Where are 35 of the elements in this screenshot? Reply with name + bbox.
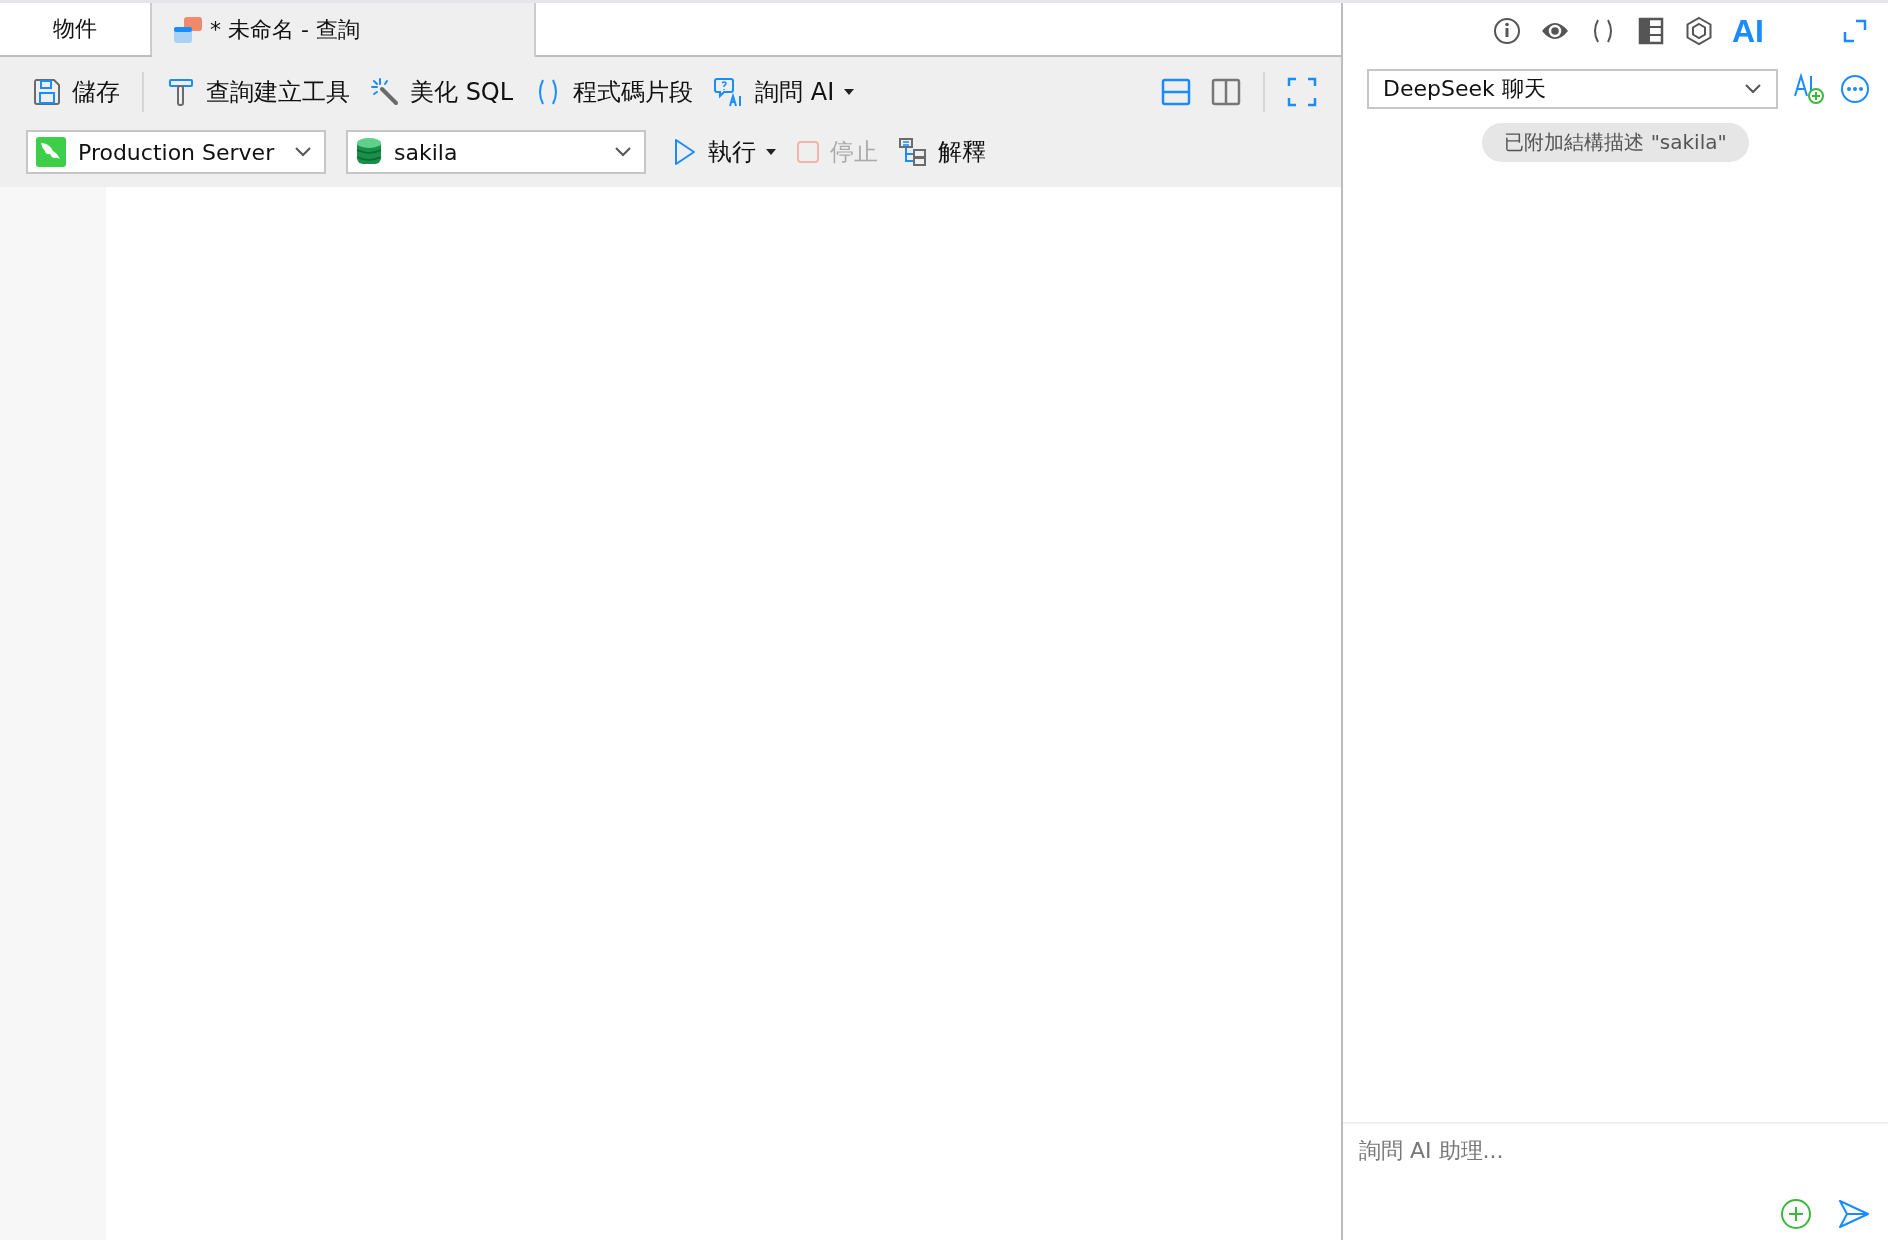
- toolbar-button[interactable]: 執行: [666, 132, 782, 172]
- tree-diagram-icon: [898, 137, 928, 167]
- toolbar-button[interactable]: 查詢建立工具: [160, 72, 356, 112]
- stop-icon: [796, 140, 820, 164]
- chevron-down-icon: [1744, 83, 1762, 95]
- schema-attached-chip: 已附加結構描述 "sakila": [1482, 123, 1749, 162]
- toolbar-button[interactable]: 儲存: [26, 72, 126, 112]
- expand-icon: [1287, 77, 1317, 107]
- table-icon: [172, 15, 204, 45]
- grid-icon[interactable]: [1636, 16, 1666, 46]
- database-select[interactable]: sakila: [346, 130, 646, 174]
- send-icon[interactable]: [1838, 1198, 1870, 1230]
- ai-add-icon[interactable]: [1792, 72, 1826, 106]
- split-vertical-icon: [1211, 77, 1241, 107]
- hammer-icon: [166, 77, 196, 107]
- caret-icon: [844, 89, 855, 95]
- more-icon[interactable]: [1840, 74, 1870, 104]
- connection-select[interactable]: Production Server: [26, 130, 326, 174]
- toolbar-button[interactable]: 美化 SQL: [364, 72, 520, 112]
- toolbar-button[interactable]: 解釋: [892, 132, 992, 172]
- play-icon: [672, 137, 698, 167]
- info-icon[interactable]: [1492, 16, 1522, 46]
- caret-icon: [766, 149, 776, 155]
- database-icon: [356, 137, 382, 167]
- split-horizontal-icon: [1161, 77, 1191, 107]
- toolbar-button[interactable]: 程式碼片段: [527, 72, 700, 112]
- add-icon[interactable]: [1780, 1198, 1812, 1230]
- hexagon-icon[interactable]: [1684, 16, 1714, 46]
- chevron-down-icon: [294, 146, 312, 158]
- toolbar-button[interactable]: 詢問 AI: [707, 72, 861, 112]
- tab[interactable]: * 未命名 - 查詢: [152, 3, 536, 57]
- expand-icon[interactable]: [1842, 18, 1868, 44]
- model-select[interactable]: DeepSeek 聊天: [1367, 69, 1778, 109]
- magic-wand-icon: [370, 77, 400, 107]
- chevron-down-icon: [614, 146, 632, 158]
